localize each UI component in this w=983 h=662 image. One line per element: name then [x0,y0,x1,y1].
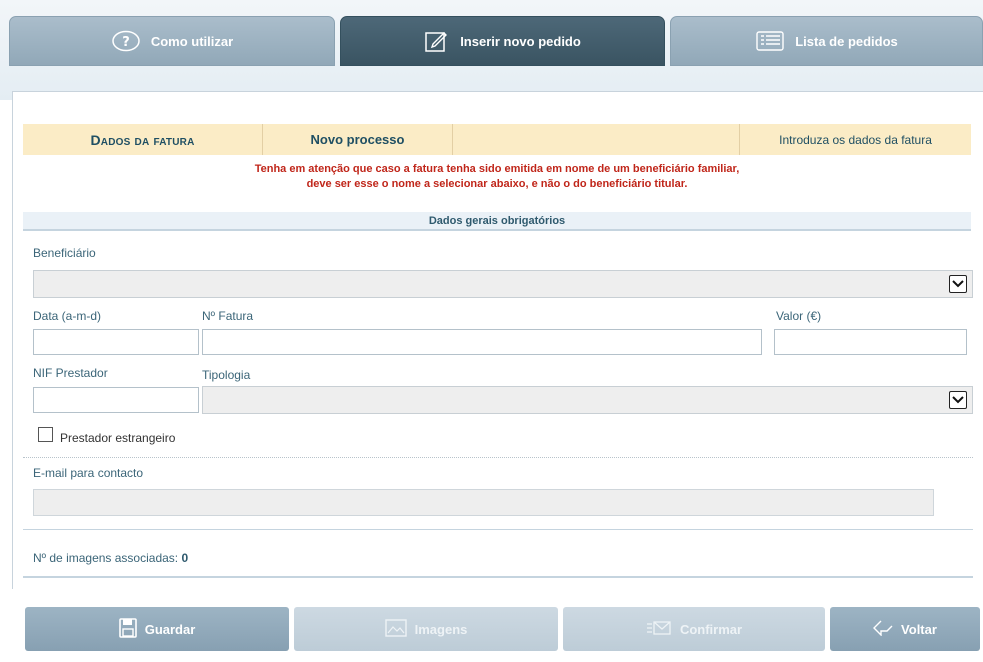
tab-inserir-novo-pedido[interactable]: Inserir novo pedido [340,16,665,66]
button-label: Voltar [901,621,937,637]
imagens-button[interactable]: Imagens [294,607,558,651]
warning-line-1: Tenha em atenção que caso a fatura tenha… [254,163,740,175]
header-process: Novo processo [263,124,453,155]
fatura-label: Nº Fatura [202,309,254,323]
header-instruction: Introduza os dados da fatura [779,132,932,147]
tab-label: Inserir novo pedido [460,33,581,49]
voltar-button[interactable]: Voltar [830,607,980,651]
valor-label: Valor (€) [776,309,822,323]
beneficiario-label: Beneficiário [33,246,96,260]
divider [23,576,973,578]
tipologia-select[interactable] [202,386,973,414]
section-title: Dados gerais obrigatórios [23,212,971,231]
tipologia-label: Tipologia [202,368,251,382]
prestador-estrangeiro-label: Prestador estrangeiro [60,431,176,445]
svg-text:?: ? [122,35,130,50]
invoice-header: Dados da fatura Novo processo Introduza … [23,124,971,155]
images-count: Nº de imagens associadas: 0 [33,551,188,565]
image-icon [384,618,407,640]
list-icon [755,30,785,52]
button-label: Confirmar [679,621,743,637]
divider [23,457,973,458]
tab-lista-de-pedidos[interactable]: Lista de pedidos [670,16,983,66]
valor-input[interactable] [774,329,967,355]
button-label: Guardar [144,621,196,637]
beneficiario-select[interactable] [33,270,973,298]
header-title: Dados da fatura [23,124,263,155]
prestador-estrangeiro-checkbox[interactable] [38,427,53,442]
tab-label: Como utilizar [150,33,234,49]
nif-input[interactable] [33,387,199,413]
main-tabs: ? Como utilizar Inserir novo pedido List… [9,16,983,66]
warning-line-2: deve ser esse o nome a selecionar abaixo… [306,178,688,190]
email-input[interactable] [33,489,934,516]
confirmar-button[interactable]: Confirmar [563,607,825,651]
data-input[interactable] [33,329,199,355]
tab-label: Lista de pedidos [795,33,898,49]
email-label: E-mail para contacto [33,466,144,480]
header-spacer [453,124,740,155]
save-icon [118,617,137,641]
button-label: Imagens [414,621,468,637]
tab-como-utilizar[interactable]: ? Como utilizar [9,16,335,66]
images-count-value: 0 [181,551,189,565]
guardar-button[interactable]: Guardar [25,607,289,651]
chevron-down-icon[interactable] [949,391,967,409]
data-label: Data (a-m-d) [33,309,102,323]
nif-label: NIF Prestador [33,366,108,380]
images-count-label: Nº de imagens associadas: [33,551,179,565]
back-arrow-icon [873,620,893,639]
help-icon: ? [111,30,141,52]
divider [23,529,973,530]
fatura-input[interactable] [202,329,762,355]
edit-icon [424,29,450,53]
warning-message: Tenha em atenção que caso a fatura tenha… [23,162,971,192]
send-mail-icon [646,620,672,639]
chevron-down-icon[interactable] [949,275,967,293]
